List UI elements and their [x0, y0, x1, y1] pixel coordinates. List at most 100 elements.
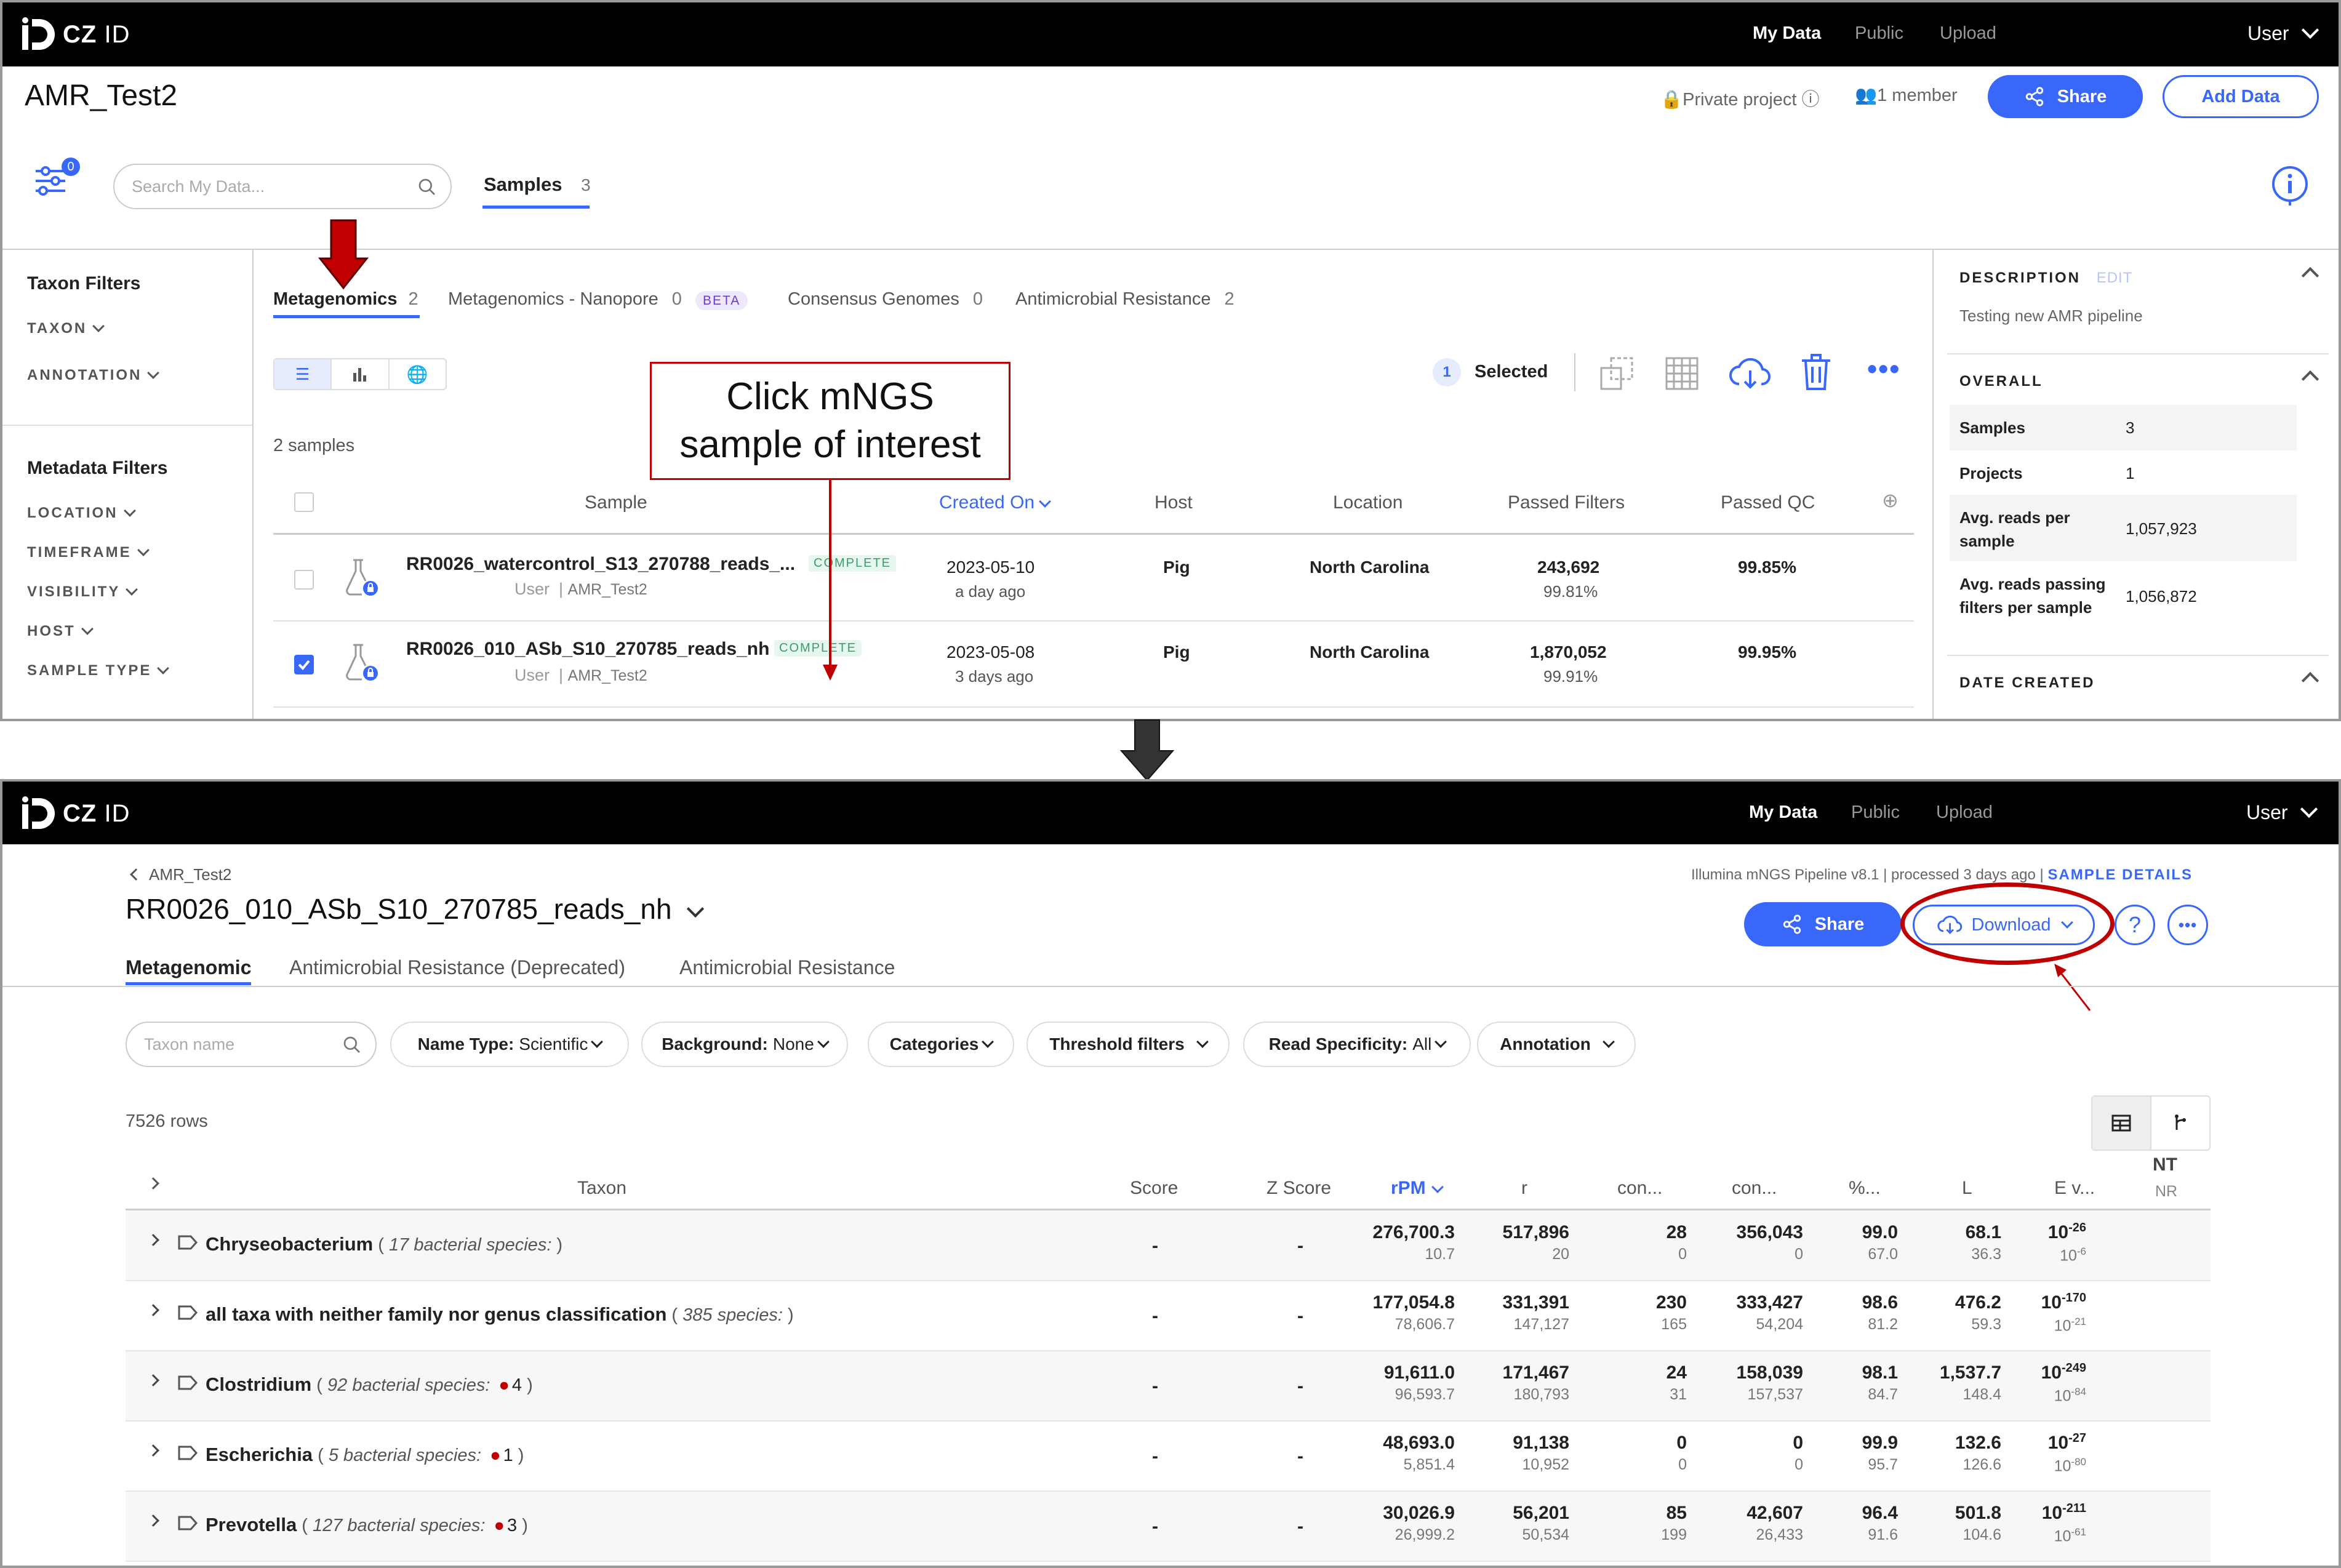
sample-name[interactable]: RR0026_watercontrol_S13_270788_reads_... [406, 554, 795, 575]
nav-public[interactable]: Public [1851, 802, 1900, 823]
breadcrumb[interactable]: AMR_Test2 [130, 865, 231, 884]
search-input[interactable]: Search My Data... [113, 164, 452, 209]
instruction-callout: Click mNGS sample of interest [650, 362, 1010, 480]
expand-row-icon[interactable] [142, 1374, 159, 1390]
col-created-on[interactable]: Created On [939, 492, 1051, 513]
taxon-filter[interactable]: TAXON [27, 320, 105, 337]
more-actions-icon[interactable]: ••• [1867, 352, 1900, 385]
heatmap-icon[interactable] [1664, 356, 1700, 391]
czid-logo[interactable]: CZ ID [21, 16, 130, 53]
share-button[interactable]: Share [1988, 75, 2143, 118]
col-rpm[interactable]: rPM [1391, 1178, 1444, 1199]
annotation-filter[interactable]: Annotation [1477, 1022, 1636, 1067]
name-type-filter[interactable]: Name Type: Scientific [390, 1022, 629, 1067]
col-percent-id[interactable]: %... [1849, 1178, 1881, 1199]
add-column-icon[interactable]: ⊕ [1882, 489, 1899, 512]
col-passed-qc[interactable]: Passed QC [1721, 492, 1815, 513]
taxon-name[interactable]: Chryseobacterium ( 17 bacterial species:… [206, 1233, 562, 1255]
row-checkbox[interactable] [294, 570, 314, 590]
share-button[interactable]: Share [1744, 902, 1902, 946]
col-taxon[interactable]: Taxon [577, 1178, 626, 1199]
cloud-download-icon[interactable] [1728, 356, 1771, 391]
nr-toggle[interactable]: NR [2155, 1183, 2177, 1201]
col-z-score[interactable]: Z Score [1267, 1178, 1331, 1199]
taxon-name[interactable]: Clostridium ( 92 bacterial species: ● 4 ) [206, 1374, 533, 1396]
samples-tab[interactable]: Samples 3 [484, 174, 591, 196]
table-view-button[interactable] [2092, 1097, 2150, 1150]
e-value-nr: 10-6 [2060, 1246, 2086, 1265]
background-filter[interactable]: Background: None [641, 1022, 848, 1067]
collapse-overall-icon[interactable] [2293, 370, 2319, 388]
col-host[interactable]: Host [1154, 492, 1193, 513]
sample-name[interactable]: RR0026_010_ASb_S10_270785_reads_nh [406, 639, 769, 660]
col-contig[interactable]: con... [1617, 1178, 1662, 1199]
taxon-search-input[interactable]: Taxon name [126, 1022, 377, 1067]
expand-row-icon[interactable] [142, 1444, 159, 1460]
col-sample[interactable]: Sample [585, 492, 647, 513]
map-view-button[interactable]: 🌐 [388, 359, 446, 389]
col-score[interactable]: Score [1130, 1178, 1178, 1199]
filters-toggle[interactable]: 0 [34, 158, 80, 201]
expand-row-icon[interactable] [142, 1514, 159, 1530]
tab-amr-deprecated[interactable]: Antimicrobial Resistance (Deprecated) [289, 956, 625, 979]
add-data-button[interactable]: Add Data [2163, 75, 2319, 118]
user-menu[interactable]: User [2247, 21, 2319, 45]
nt-toggle[interactable]: NT [2153, 1154, 2177, 1175]
col-r[interactable]: r [1521, 1178, 1527, 1199]
sample-type-filter[interactable]: SAMPLE TYPE [27, 662, 170, 679]
threshold-filter[interactable]: Threshold filters [1026, 1022, 1230, 1067]
bulk-edit-icon[interactable] [1599, 356, 1635, 391]
taxon-name[interactable]: Prevotella ( 127 bacterial species: ● 3 ) [206, 1514, 528, 1536]
expand-all-icon[interactable] [142, 1177, 159, 1193]
user-menu[interactable]: User [2246, 800, 2318, 824]
list-view-button[interactable]: ☰ [274, 359, 331, 389]
read-specificity-filter[interactable]: Read Specificity: All [1243, 1022, 1471, 1067]
visibility-filter[interactable]: VISIBILITY [27, 583, 138, 601]
nav-public[interactable]: Public [1855, 23, 1903, 44]
row-checkbox-checked[interactable] [294, 655, 314, 674]
location-filter[interactable]: LOCATION [27, 505, 136, 522]
more-options-button[interactable]: ••• [2167, 905, 2208, 945]
tab-amr[interactable]: Antimicrobial Resistance 2 [1015, 289, 1235, 310]
col-length[interactable]: L [1962, 1178, 1972, 1199]
private-project[interactable]: 🔒Private project ⓘ [1660, 85, 1820, 111]
tab-consensus-genomes[interactable]: Consensus Genomes 0 [788, 289, 983, 310]
expand-row-icon[interactable] [142, 1304, 159, 1320]
host-filter[interactable]: HOST [27, 623, 94, 640]
contig-value-nr: 0 [1678, 1246, 1687, 1263]
chart-view-button[interactable] [330, 359, 388, 389]
nav-my-data[interactable]: My Data [1749, 802, 1817, 823]
trash-icon[interactable] [1801, 353, 1831, 391]
czid-logo[interactable]: CZ ID [21, 795, 130, 832]
taxon-name[interactable]: Escherichia ( 5 bacterial species: ● 1 ) [206, 1444, 524, 1466]
taxon-name[interactable]: all taxa with neither family nor genus c… [206, 1303, 794, 1326]
col-passed-filters[interactable]: Passed Filters [1508, 492, 1625, 513]
col-contig-reads[interactable]: con... [1732, 1178, 1777, 1199]
expand-row-icon[interactable] [142, 1234, 159, 1250]
tab-nanopore[interactable]: Metagenomics - Nanopore 0 BETA [448, 289, 748, 310]
tab-metagenomics[interactable]: Metagenomics 2 [273, 289, 418, 310]
nav-upload[interactable]: Upload [1936, 802, 1993, 823]
user-menu-label: User [2246, 801, 2288, 823]
percent-id-value-nr: 81.2 [1868, 1316, 1898, 1333]
edit-description-link[interactable]: Edit [2097, 270, 2133, 286]
annotation-filter[interactable]: ANNOTATION [27, 367, 160, 384]
info-panel-button[interactable] [2271, 165, 2309, 211]
help-button[interactable]: ? [2115, 905, 2155, 945]
nav-my-data[interactable]: My Data [1753, 23, 1821, 44]
col-e-value[interactable]: E v... [2054, 1178, 2095, 1199]
tree-view-button[interactable] [2150, 1097, 2209, 1150]
sample-details-link[interactable]: SAMPLE DETAILS [2047, 866, 2193, 883]
collapse-date-icon[interactable] [2293, 671, 2319, 690]
sample-title[interactable]: RR0026_010_ASb_S10_270785_reads_nh [126, 892, 704, 926]
tab-metagenomic[interactable]: Metagenomic [126, 956, 251, 979]
nav-upload[interactable]: Upload [1940, 23, 1996, 44]
col-location[interactable]: Location [1333, 492, 1403, 513]
timeframe-filter[interactable]: TIMEFRAME [27, 544, 150, 561]
members[interactable]: 👥1 member [1855, 85, 1958, 106]
categories-filter[interactable]: Categories [868, 1022, 1014, 1067]
collapse-description-icon[interactable] [2293, 266, 2319, 285]
select-all-checkbox[interactable] [294, 492, 314, 512]
tab-amr[interactable]: Antimicrobial Resistance [679, 956, 895, 979]
host-value: Pig [1163, 558, 1190, 577]
